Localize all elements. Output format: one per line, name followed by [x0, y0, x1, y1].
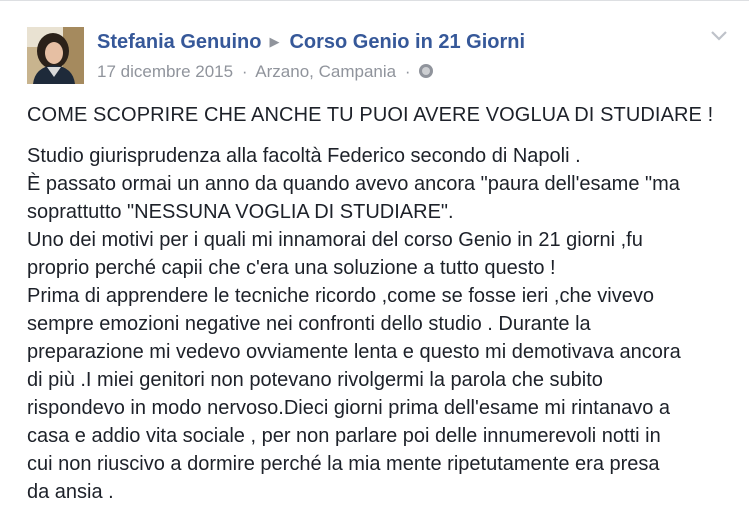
- post-meta: 17 dicembre 2015 · Arzano, Campania ·: [97, 61, 434, 83]
- group-name-link[interactable]: Corso Genio in 21 Giorni: [289, 31, 525, 53]
- post-line: È passato ormai un anno da quando avevo …: [27, 173, 680, 195]
- meta-separator: ·: [241, 62, 248, 81]
- post-location-link[interactable]: Arzano, Campania: [255, 62, 396, 81]
- post-line: cui non riuscivo a dormire perché la mia…: [27, 453, 660, 475]
- post-headline: COME SCOPRIRE CHE ANCHE TU PUOI AVERE VO…: [27, 104, 714, 126]
- avatar[interactable]: [27, 27, 84, 84]
- post-header: Stefania Genuino ▶ Corso Genio in 21 Giorn…: [97, 30, 525, 54]
- author-name-link[interactable]: Stefania Genuino: [97, 31, 261, 53]
- post-line: soprattutto "NESSUNA VOGLIA DI STUDIARE"…: [27, 201, 454, 223]
- post-date-link[interactable]: 17 dicembre 2015: [97, 62, 233, 81]
- post-text: COME SCOPRIRE CHE ANCHE TU PUOI AVERE VO…: [27, 101, 742, 506]
- arrow-right-icon: ▶: [269, 34, 280, 49]
- post-line: di più .I miei genitori non potevano riv…: [27, 369, 603, 391]
- post-line: casa e addio vita sociale , per non parl…: [27, 425, 661, 447]
- post-line: proprio perché capii che c'era una soluz…: [27, 257, 556, 279]
- post-line: Uno dei motivi per i quali mi innamorai …: [27, 229, 643, 251]
- post-card: Stefania Genuino ▶ Corso Genio in 21 Giorn…: [0, 0, 749, 511]
- globe-icon[interactable]: [419, 64, 434, 78]
- post-line: preparazione mi vedevo ovviamente lenta …: [27, 341, 681, 363]
- post-line: Prima di apprendere le tecniche ricordo …: [27, 285, 654, 307]
- chevron-down-icon[interactable]: [709, 29, 729, 43]
- meta-separator: ·: [404, 62, 411, 81]
- post-line: sempre emozioni negative nei confronti d…: [27, 313, 591, 335]
- post-line: rispondevo in modo nervoso.Dieci giorni …: [27, 397, 671, 419]
- post-line: da ansia .: [27, 481, 114, 503]
- post-line: Studio giurisprudenza alla facoltà Feder…: [27, 145, 581, 167]
- profile-photo: [27, 27, 84, 84]
